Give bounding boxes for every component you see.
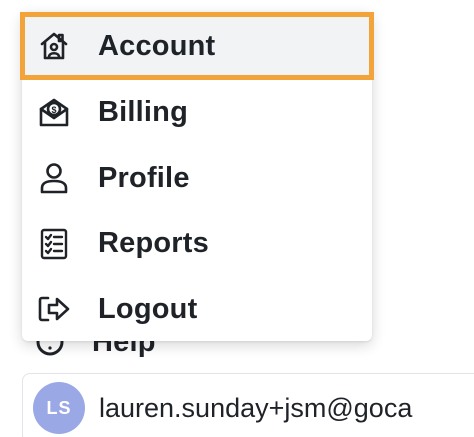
home-icon xyxy=(36,28,72,64)
billing-icon: $ xyxy=(36,95,72,131)
logout-icon xyxy=(36,291,72,327)
menu-item-label: Profile xyxy=(98,161,190,194)
checklist-icon xyxy=(36,226,72,262)
menu-item-label: Account xyxy=(98,29,216,62)
user-email: lauren.sunday+jsm@goca xyxy=(99,392,413,423)
menu-item-reports[interactable]: Reports xyxy=(22,211,372,277)
menu-item-logout[interactable]: Logout xyxy=(22,277,372,343)
menu-item-billing[interactable]: $ Billing xyxy=(22,80,372,146)
user-icon xyxy=(36,160,72,196)
menu-item-label: Logout xyxy=(98,292,198,325)
avatar: LS xyxy=(33,382,85,434)
menu-item-label: Billing xyxy=(98,96,189,129)
menu-item-profile[interactable]: Profile xyxy=(22,146,372,212)
menu-item-account[interactable]: Account xyxy=(20,12,374,80)
svg-text:$: $ xyxy=(51,105,56,115)
account-dropdown-menu: Account $ Billing Profile Reports Logout xyxy=(20,12,374,343)
screen: Help LS lauren.sunday+jsm@goca Account $… xyxy=(0,0,474,437)
account-switcher[interactable]: LS lauren.sunday+jsm@goca xyxy=(22,373,474,437)
menu-item-label: Reports xyxy=(98,227,209,260)
